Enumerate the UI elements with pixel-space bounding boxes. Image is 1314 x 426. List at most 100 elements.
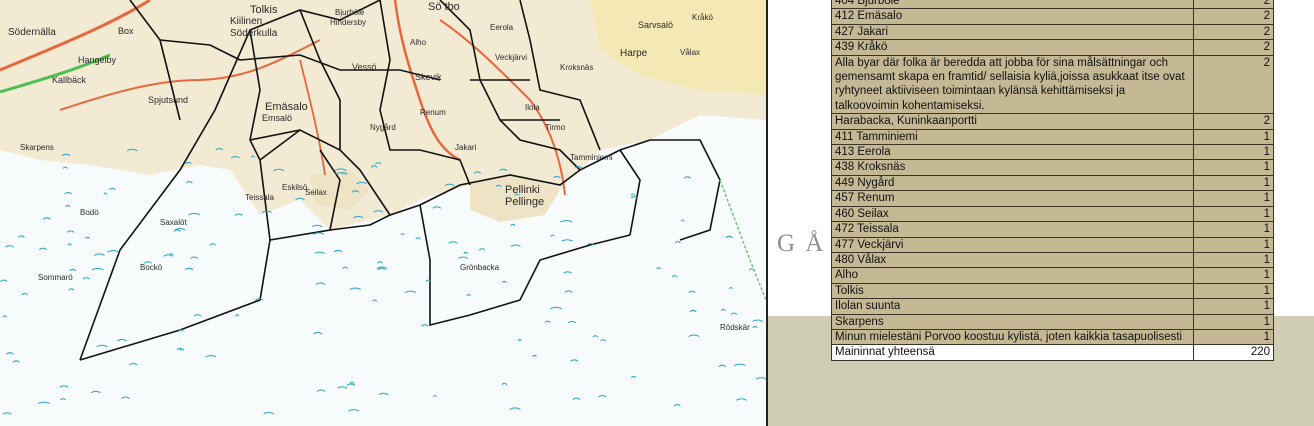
coast-speck xyxy=(458,256,469,259)
place-label: Skevik xyxy=(415,72,442,82)
coast-speck xyxy=(42,217,51,220)
village-name-cell: Minun mielestäni Porvoo koostuu kylistä,… xyxy=(830,328,1195,346)
mentions-table-wrap: 404 Bjurböle 2 412 Emäsalo 2 427 Jakari 2 439 … xyxy=(830,0,1274,361)
place-label: Bjurböle xyxy=(335,8,365,17)
place-label: Box xyxy=(118,26,134,36)
coast-speck xyxy=(563,271,572,274)
coast-speck xyxy=(572,397,581,400)
table-row: 438 Kroksnäs 1 xyxy=(830,159,1274,176)
coast-speck xyxy=(532,354,537,358)
coast-speck xyxy=(60,398,66,401)
coast-speck xyxy=(85,236,90,239)
village-name-cell: Alla byar där folka är beredda att jobba… xyxy=(830,54,1195,115)
coast-speck xyxy=(630,196,638,199)
table-row: 457 Renum 1 xyxy=(830,190,1274,207)
coast-speck xyxy=(190,256,199,259)
side-text: G Å xyxy=(777,230,826,257)
coast-speck xyxy=(333,249,343,253)
coast-speck xyxy=(59,385,69,388)
coast-speck xyxy=(103,192,108,195)
coast-speck xyxy=(544,320,551,323)
place-label: Jakari xyxy=(455,143,477,152)
coast-speck xyxy=(2,412,12,415)
coast-speck xyxy=(96,344,108,348)
coast-speck xyxy=(263,411,275,415)
mention-count-cell: 1 xyxy=(1193,190,1274,207)
coast-speck xyxy=(377,267,386,271)
coast-speck xyxy=(688,290,696,293)
mentions-table: 404 Bjurböle 2 412 Emäsalo 2 427 Jakari 2 439 … xyxy=(830,0,1274,361)
place-label: Tirmo xyxy=(545,123,566,132)
coast-speck xyxy=(372,299,378,302)
coast-speck xyxy=(688,334,700,337)
village-map: Södernälla Box Tolkis Kiilinen Söderkulla Sö … xyxy=(0,0,768,426)
map-canvas: Södernälla Box TolkisKiilinenSöderkulla Sö … xyxy=(0,0,766,415)
place-label: Ilola xyxy=(525,103,540,112)
coast-speck xyxy=(674,241,681,244)
place-label: Sarvsalö xyxy=(638,20,673,30)
mention-count-cell: 1 xyxy=(1193,282,1274,300)
coast-speck xyxy=(346,383,356,386)
coast-speck xyxy=(509,407,521,410)
coast-speck xyxy=(720,308,726,312)
coast-speck xyxy=(733,363,746,367)
coast-speck xyxy=(425,279,431,282)
coast-speck xyxy=(62,166,69,169)
place-label: Sö tbo xyxy=(428,1,460,13)
table-row: Skarpens 1 xyxy=(830,313,1274,330)
coast-speck xyxy=(752,325,758,329)
coast-speck xyxy=(689,309,697,313)
place-label: Tolkis xyxy=(250,4,278,16)
coast-speck xyxy=(561,239,574,242)
coast-speck xyxy=(117,338,127,342)
coast-speck xyxy=(313,331,323,335)
place-label: Spjutsund xyxy=(148,95,188,105)
coast-speck xyxy=(448,241,458,244)
coast-speck xyxy=(178,329,184,332)
coast-speck xyxy=(560,220,573,223)
coast-speck xyxy=(404,290,417,294)
place-label: Alho xyxy=(410,38,427,47)
coast-speck xyxy=(718,364,726,368)
coast-speck xyxy=(342,266,349,269)
table-row: 411 Tamminiemi 1 xyxy=(830,128,1274,146)
place-label: Eskilsö xyxy=(282,183,308,192)
place-label: Teissala xyxy=(245,193,274,202)
coast-speck xyxy=(107,250,120,253)
mention-count-cell: 1 xyxy=(1193,174,1274,192)
place-label: Hangelby xyxy=(78,55,117,65)
coast-speck xyxy=(2,315,8,318)
place-label: Grönbacka xyxy=(460,263,500,272)
coast-speck xyxy=(376,261,383,264)
table-row: 427 Jakari 2 xyxy=(830,23,1274,41)
mention-count-cell: 1 xyxy=(1193,205,1274,223)
coast-speck xyxy=(598,395,607,398)
village-name-cell: 439 Kråkö xyxy=(830,39,1195,56)
place-label: Harpe xyxy=(620,48,648,59)
table-row: 404 Bjurböle 2 xyxy=(830,0,1274,10)
coast-speck xyxy=(400,233,405,236)
place-label: Rödskär xyxy=(720,323,750,332)
place-label: Seilax xyxy=(305,188,327,197)
table-row: Tolkis 1 xyxy=(830,282,1274,300)
coast-speck xyxy=(517,338,522,342)
table-row: Harabacka, Kuninkaanportti 2 xyxy=(830,113,1274,130)
mention-count-cell: 2 xyxy=(1193,113,1274,130)
coast-speck xyxy=(349,287,361,290)
coast-speck xyxy=(348,409,360,412)
coast-speck xyxy=(501,280,507,283)
place-label: Saxalöt xyxy=(160,218,187,227)
coast-speck xyxy=(501,382,508,386)
mention-count-cell: 2 xyxy=(1193,54,1274,115)
coast-speck xyxy=(316,389,326,392)
total-row: Maininnat yhteensä 220 xyxy=(830,344,1274,361)
coast-speck xyxy=(755,377,766,380)
coast-speck xyxy=(108,187,116,191)
coast-speck xyxy=(567,320,577,324)
village-name-cell: 438 Kroksnäs xyxy=(830,159,1195,176)
village-name-cell: 449 Nygård xyxy=(830,174,1195,192)
coast-speck xyxy=(683,176,692,179)
place-label: Kråkö xyxy=(692,13,713,22)
coast-speck xyxy=(67,243,73,246)
place-label: Pellinge xyxy=(505,196,544,208)
